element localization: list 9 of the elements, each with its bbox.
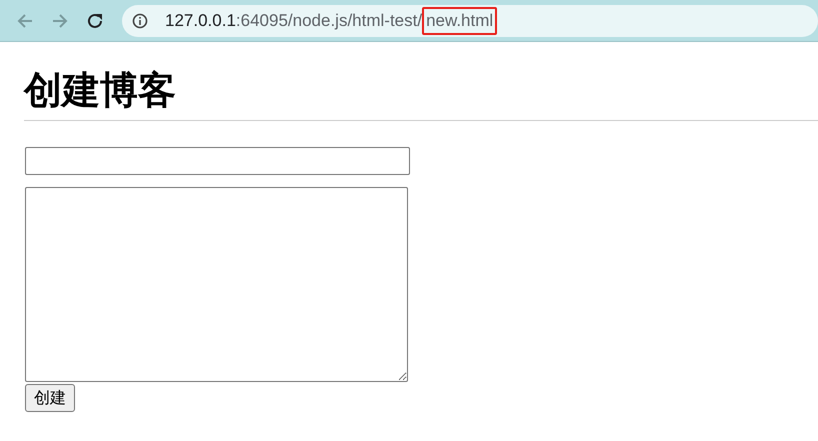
create-button[interactable]: 创建 xyxy=(25,384,75,412)
title-input[interactable] xyxy=(25,147,410,175)
url-file: new.html xyxy=(422,6,498,34)
address-bar[interactable]: 127.0.0.1:64095/node.js/html-test/ new.html xyxy=(122,4,818,36)
reload-icon[interactable] xyxy=(86,12,104,30)
info-icon[interactable] xyxy=(132,12,148,28)
url-path: :64095/node.js/html-test/ xyxy=(236,10,422,32)
url-host: 127.0.0.1 xyxy=(165,10,236,32)
page-heading: 创建博客 xyxy=(24,67,177,114)
